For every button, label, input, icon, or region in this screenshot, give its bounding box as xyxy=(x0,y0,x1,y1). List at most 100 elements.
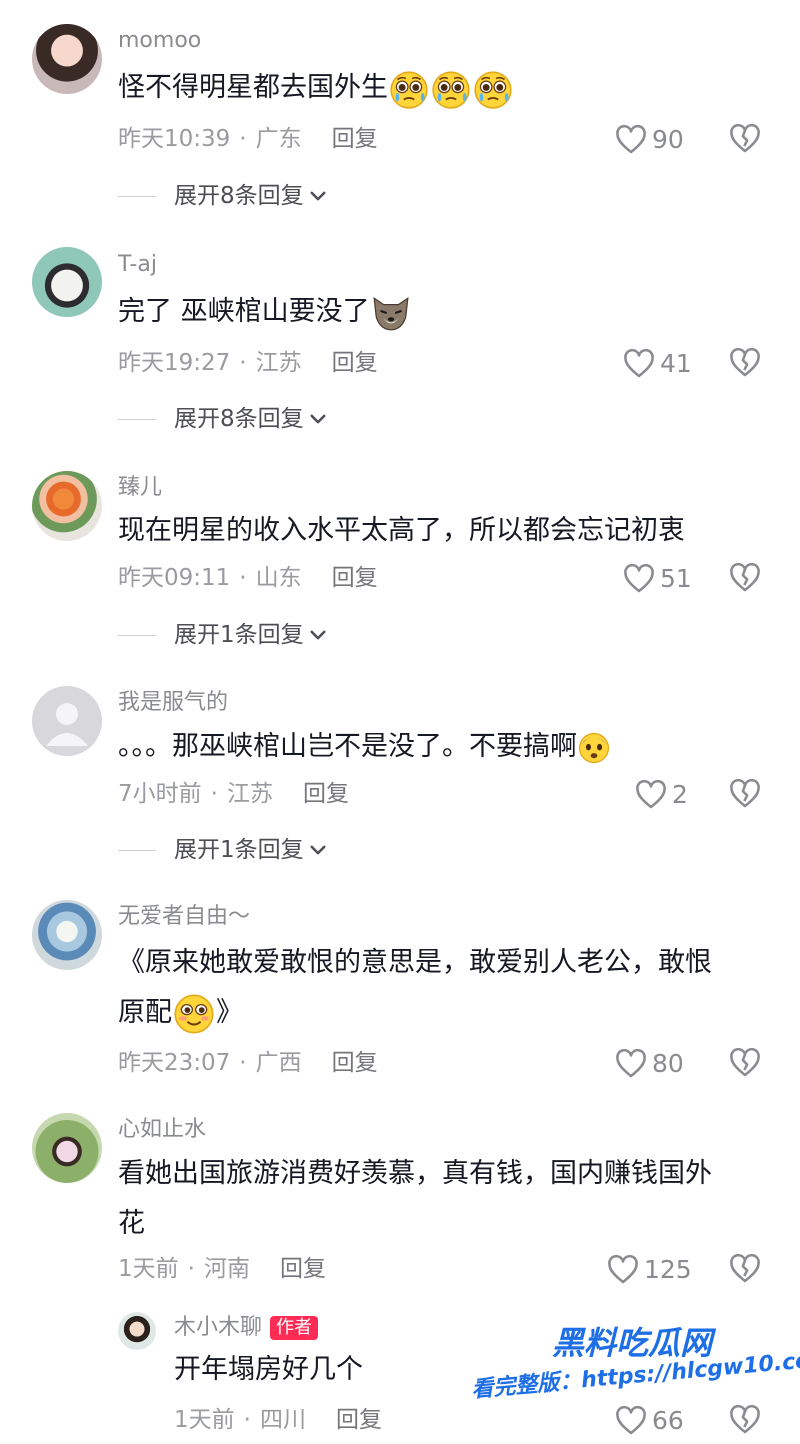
pleading-face-emoji xyxy=(388,68,430,110)
like-count: 125 xyxy=(644,1255,692,1284)
avatar[interactable] xyxy=(32,24,102,94)
comment-text-content: 。。。那巫峡棺山岂不是没了。不要搞啊 xyxy=(118,731,577,762)
location: 四川 xyxy=(259,1407,306,1433)
like-button[interactable]: 90 xyxy=(614,123,684,157)
location: 山东 xyxy=(255,565,302,591)
reply-button[interactable]: 回复 xyxy=(336,1407,382,1433)
username[interactable]: momoo xyxy=(118,26,201,56)
divider xyxy=(118,634,156,636)
comment-meta: 昨天23:07 · 广西 回复 xyxy=(118,1050,378,1076)
reply-button[interactable]: 回复 xyxy=(332,350,378,376)
timestamp: 1天前 xyxy=(118,1256,179,1282)
avatar[interactable] xyxy=(118,1312,156,1350)
broken-heart-icon[interactable] xyxy=(728,122,762,156)
like-count: 51 xyxy=(660,564,692,593)
author-badge: 作者 xyxy=(270,1316,319,1340)
broken-heart-icon[interactable] xyxy=(728,561,762,595)
reply-button[interactable]: 回复 xyxy=(332,126,378,152)
comment-text: 。。。那巫峡棺山岂不是没了。不要搞啊 xyxy=(118,722,764,772)
comment-text: 《原来她敢爱敢恨的意思是，敢爱别人老公，敢恨 原配》 xyxy=(118,938,764,1038)
username[interactable]: 臻儿 xyxy=(118,473,162,503)
chevron-down-icon xyxy=(308,186,328,206)
comment-meta: 昨天19:27 · 江苏 回复 xyxy=(118,350,378,376)
reply-button[interactable]: 回复 xyxy=(332,1050,378,1076)
like-count: 80 xyxy=(652,1049,684,1078)
comment-text-line: 原配》 xyxy=(118,988,764,1038)
broken-heart-icon[interactable] xyxy=(728,1403,762,1437)
location: 河南 xyxy=(203,1256,250,1282)
pleading-face-emoji xyxy=(472,68,514,110)
dog-face-emoji xyxy=(370,292,412,334)
expand-replies-button[interactable]: 展开1条回复 xyxy=(118,620,328,650)
avatar[interactable] xyxy=(32,686,102,756)
location: 广东 xyxy=(255,126,302,152)
timestamp: 昨天10:39 xyxy=(118,126,231,152)
like-count: 90 xyxy=(652,125,684,154)
expand-replies-button[interactable]: 展开8条回复 xyxy=(118,181,328,211)
comment-text: 开年塌房好几个 xyxy=(174,1354,363,1385)
username[interactable]: 木小木聊 xyxy=(174,1315,262,1340)
heart-outline-icon xyxy=(622,562,656,596)
fearful-face-emoji xyxy=(577,731,611,765)
like-count: 2 xyxy=(672,780,688,809)
like-button[interactable]: 51 xyxy=(622,562,692,596)
broken-heart-icon[interactable] xyxy=(728,346,762,380)
like-button[interactable]: 80 xyxy=(614,1047,684,1081)
like-button[interactable]: 41 xyxy=(622,347,692,381)
chevron-down-icon xyxy=(308,625,328,645)
like-count: 41 xyxy=(660,349,692,378)
reply-button[interactable]: 回复 xyxy=(303,781,349,807)
heart-outline-icon xyxy=(606,1253,640,1287)
username[interactable]: 无爱者自由～ xyxy=(118,902,250,932)
comment-meta: 7小时前 · 江苏 回复 xyxy=(118,781,349,807)
reply-button[interactable]: 回复 xyxy=(332,565,378,591)
reply-header: 木小木聊 作者 xyxy=(174,1313,319,1343)
comment-text-line: 《原来她敢爱敢恨的意思是，敢爱别人老公，敢恨 xyxy=(118,947,712,978)
divider xyxy=(118,418,156,420)
chevron-down-icon xyxy=(308,409,328,429)
heart-outline-icon xyxy=(634,778,668,812)
heart-outline-icon xyxy=(614,123,648,157)
comment-text-content: 怪不得明星都去国外生 xyxy=(118,72,388,103)
username[interactable]: 我是服气的 xyxy=(118,688,228,718)
avatar[interactable] xyxy=(32,900,102,970)
broken-heart-icon[interactable] xyxy=(728,777,762,811)
location: 江苏 xyxy=(226,781,273,807)
location: 江苏 xyxy=(255,350,302,376)
comment-text-line: 花 xyxy=(118,1208,145,1239)
comment-meta: 昨天10:39 · 广东 回复 xyxy=(118,126,378,152)
expand-replies-button[interactable]: 展开8条回复 xyxy=(118,404,328,434)
username[interactable]: T-aj xyxy=(118,250,157,280)
expand-replies-button[interactable]: 展开1条回复 xyxy=(118,835,328,865)
heart-outline-icon xyxy=(622,347,656,381)
timestamp: 昨天09:11 xyxy=(118,565,231,591)
comment-meta: 昨天09:11 · 山东 回复 xyxy=(118,565,378,591)
avatar[interactable] xyxy=(32,1113,102,1183)
pleading-face-emoji xyxy=(430,68,472,110)
smiling-face-emoji xyxy=(172,992,216,1036)
reply-button[interactable]: 回复 xyxy=(280,1256,326,1282)
timestamp: 昨天19:27 xyxy=(118,350,231,376)
comment-text: 看她出国旅游消费好羡慕，真有钱，国内赚钱国外 花 xyxy=(118,1149,764,1249)
timestamp: 昨天23:07 xyxy=(118,1050,231,1076)
heart-outline-icon xyxy=(614,1404,648,1438)
avatar[interactable] xyxy=(32,471,102,541)
comment-meta: 1天前 · 河南 回复 xyxy=(118,1256,326,1282)
comment-text-content: 完了 巫峡棺山要没了 xyxy=(118,296,370,327)
comment-text: 完了 巫峡棺山要没了 xyxy=(118,287,764,337)
like-button[interactable]: 125 xyxy=(606,1253,692,1287)
divider xyxy=(118,849,156,851)
username[interactable]: 心如止水 xyxy=(118,1115,206,1145)
broken-heart-icon[interactable] xyxy=(728,1252,762,1286)
comment-meta: 1天前 · 四川 回复 xyxy=(174,1407,382,1433)
default-avatar-icon xyxy=(46,703,88,746)
comment-text: 怪不得明星都去国外生 xyxy=(118,63,764,113)
avatar[interactable] xyxy=(32,247,102,317)
timestamp: 7小时前 xyxy=(118,781,202,807)
like-count: 66 xyxy=(652,1406,684,1435)
broken-heart-icon[interactable] xyxy=(728,1046,762,1080)
like-button[interactable]: 66 xyxy=(614,1404,684,1438)
chevron-down-icon xyxy=(308,840,328,860)
timestamp: 1天前 xyxy=(174,1407,235,1433)
like-button[interactable]: 2 xyxy=(634,778,688,812)
